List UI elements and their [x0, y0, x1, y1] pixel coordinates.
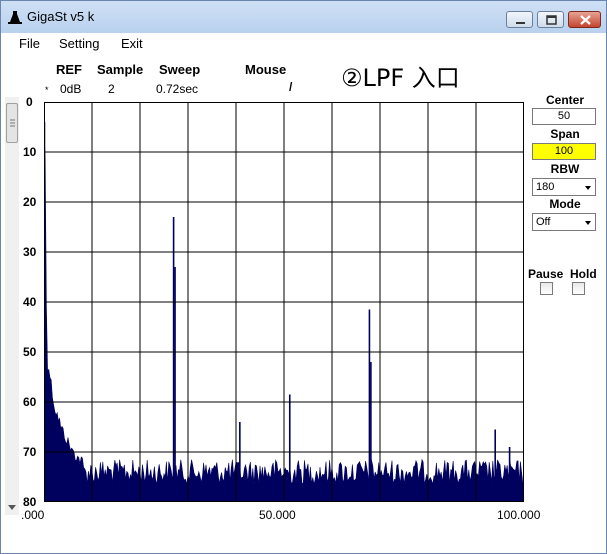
x-tick-label: 100.000 — [497, 508, 541, 522]
scrollbar-thumb[interactable] — [6, 103, 18, 143]
y-tick-label: 80 — [23, 495, 37, 509]
menu-exit[interactable]: Exit — [121, 36, 143, 51]
sweep-label: Sweep — [159, 62, 201, 77]
hold-checkbox[interactable] — [572, 282, 585, 295]
ref-value: 0dB — [60, 82, 82, 96]
menu-file[interactable]: File — [19, 36, 40, 51]
y-tick-label: 10 — [23, 145, 37, 159]
maximize-icon — [546, 15, 557, 25]
center-label: Center — [545, 93, 584, 107]
mode-select[interactable]: Off — [532, 213, 596, 231]
hold-label: Hold — [570, 267, 597, 281]
mouse-value: / — [289, 80, 293, 94]
window-title: GigaSt v5 k — [27, 9, 95, 24]
pause-label: Pause — [528, 267, 564, 281]
sweep-value: 0.72sec — [156, 82, 199, 96]
y-tick-label: 70 — [23, 445, 37, 459]
y-tick-label: 20 — [23, 195, 37, 209]
minimize-icon — [516, 22, 525, 24]
menu-setting[interactable]: Setting — [59, 36, 99, 51]
y-tick-label: 30 — [23, 245, 37, 259]
grip-icon — [10, 119, 15, 127]
app-logo-icon — [8, 11, 22, 24]
center-field[interactable]: 50 — [532, 108, 596, 125]
span-label: Span — [550, 127, 580, 141]
chevron-down-icon — [585, 186, 591, 190]
rbw-select[interactable]: 180 — [532, 178, 596, 196]
close-button[interactable] — [568, 11, 601, 28]
y-tick-label: 0 — [26, 95, 33, 109]
ref-label: REF — [56, 62, 82, 77]
y-tick-label: 40 — [23, 295, 37, 309]
annotation-label: ②LPF 入口 — [341, 64, 460, 92]
y-tick-label: 60 — [23, 395, 37, 409]
close-icon — [580, 15, 591, 25]
scroll-down-icon[interactable] — [8, 505, 16, 511]
spectrum-plot[interactable] — [44, 102, 524, 502]
y-tick-label: 50 — [23, 345, 37, 359]
minimize-button[interactable] — [506, 11, 533, 28]
mode-value: Off — [536, 216, 551, 228]
vertical-scrollbar[interactable] — [5, 97, 19, 515]
app-window: GigaSt v5 k File Setting Exit REF Sample… — [0, 0, 607, 554]
sample-label: Sample — [97, 62, 144, 77]
rbw-value: 180 — [536, 181, 555, 193]
span-field[interactable]: 100 — [532, 143, 596, 160]
rbw-label: RBW — [550, 162, 580, 176]
mouse-label: Mouse — [245, 62, 287, 77]
x-tick-label: 50.000 — [259, 508, 296, 522]
pause-checkbox[interactable] — [540, 282, 553, 295]
mode-label: Mode — [549, 197, 581, 211]
chevron-down-icon — [585, 221, 591, 225]
x-tick-label: .000 — [21, 508, 45, 522]
menu-bar: File Setting Exit — [1, 33, 606, 55]
title-bar[interactable]: GigaSt v5 k — [1, 1, 606, 33]
maximize-button[interactable] — [537, 11, 564, 28]
sample-value: 2 — [108, 82, 115, 96]
ref-marker: * — [45, 85, 49, 95]
